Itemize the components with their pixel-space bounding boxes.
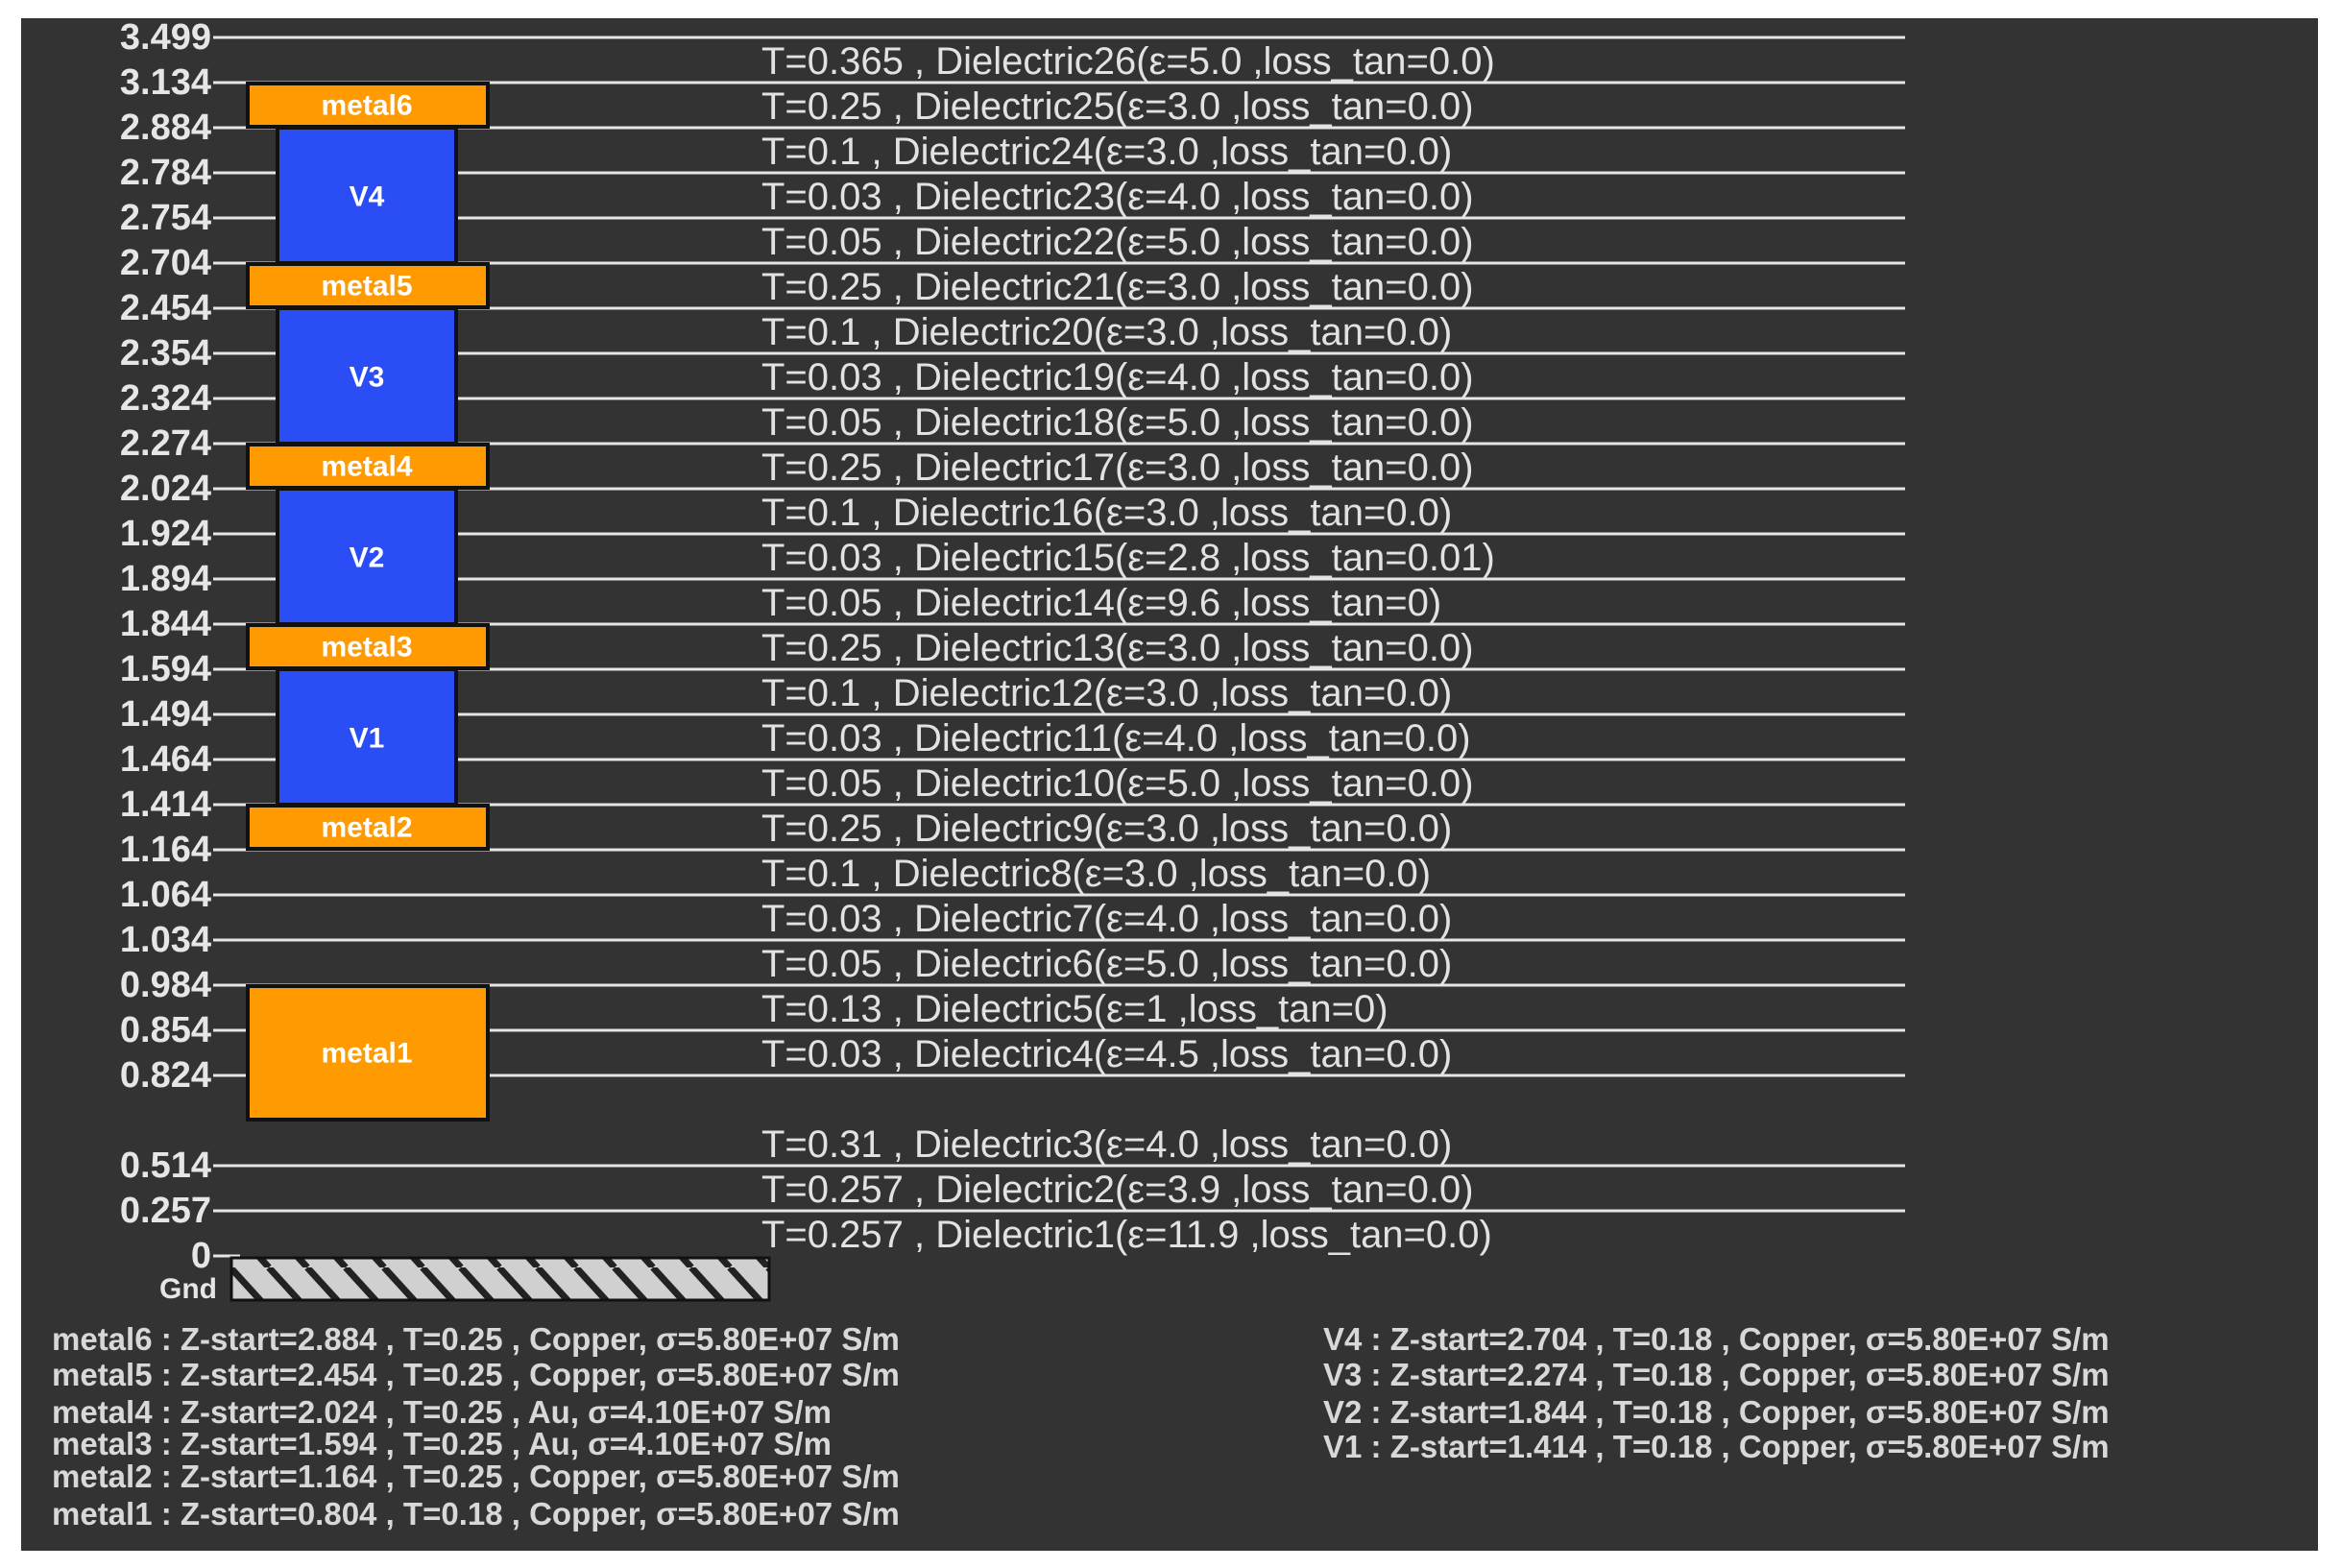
dielectric-label: T=0.1 , Dielectric16(ε=3.0 ,loss_tan=0.0… [761, 492, 1452, 534]
axis-tick-label: 1.414 [120, 784, 211, 825]
dielectric-label: T=0.365 , Dielectric26(ε=5.0 ,loss_tan=0… [761, 40, 1495, 83]
legend-via-entry: V4 : Z-start=2.704 , T=0.18 , Copper, σ=… [1323, 1321, 2110, 1357]
legend-metal-entry: metal4 : Z-start=2.024 , T=0.25 , Au, σ=… [52, 1394, 832, 1430]
axis-tick-label: 0.514 [120, 1146, 211, 1186]
legend-metal-entry: metal2 : Z-start=1.164 , T=0.25 , Copper… [52, 1459, 900, 1494]
legend-via-entry: V3 : Z-start=2.274 , T=0.18 , Copper, σ=… [1323, 1357, 2110, 1392]
ground-plane: Gnd [159, 1256, 771, 1305]
metal-label: metal5 [321, 271, 412, 302]
stackup-diagram: 3.4993.134 2.884 2.784 2.754 2.704 2.454 2.354… [21, 17, 2318, 1551]
via-label: V4 [350, 181, 385, 213]
dielectric-label: T=0.25 , Dielectric9(ε=3.0 ,loss_tan=0.0… [761, 808, 1452, 850]
axis-tick-label: 0.984 [120, 965, 211, 1005]
dielectric-label: T=0.05 , Dielectric18(ε=5.0 ,loss_tan=0.… [761, 401, 1474, 444]
axis-tick-label: 0.824 [120, 1055, 211, 1096]
axis-tick-label: 1.034 [120, 920, 211, 960]
dielectric-label: T=0.03 , Dielectric15(ε=2.8 ,loss_tan=0.… [761, 537, 1495, 579]
metal-metal2[interactable]: metal2 [246, 804, 490, 851]
dielectric-label: T=0.03 , Dielectric11(ε=4.0 ,loss_tan=0.… [761, 717, 1471, 760]
dielectric-label: T=0.1 , Dielectric8(ε=3.0 ,loss_tan=0.0) [761, 853, 1431, 895]
via-label: V3 [350, 362, 385, 394]
dielectric-label: T=0.05 , Dielectric22(ε=5.0 ,loss_tan=0.… [761, 221, 1474, 263]
legend-metal-entry: metal1 : Z-start=0.804 , T=0.18 , Copper… [52, 1496, 900, 1532]
metal-label: metal2 [321, 812, 412, 844]
metal-metal6[interactable]: metal6 [246, 82, 490, 129]
dielectric-label: T=0.25 , Dielectric13(ε=3.0 ,loss_tan=0.… [761, 627, 1474, 669]
axis-tick-label: 2.884 [120, 108, 211, 148]
axis-tick-label: 2.324 [120, 378, 211, 419]
dielectric-label: T=0.03 , Dielectric23(ε=4.0 ,loss_tan=0.… [761, 176, 1474, 218]
dielectric-labels: T=0.365 , Dielectric26(ε=5.0 ,loss_tan=0… [761, 40, 1495, 1256]
dielectric-label: T=0.257 , Dielectric1(ε=11.9 ,loss_tan=0… [761, 1214, 1492, 1256]
legend-metal-entry: metal6 : Z-start=2.884 , T=0.25 , Copper… [52, 1321, 900, 1357]
via-label: V2 [350, 543, 385, 574]
dielectric-label: T=0.25 , Dielectric25(ε=3.0 ,loss_tan=0.… [761, 85, 1474, 128]
via-label: V1 [350, 723, 385, 755]
axis-tick-label: 2.354 [120, 333, 211, 374]
via-v3[interactable]: V3 [276, 306, 458, 446]
axis-tick-label: 2.024 [120, 469, 211, 509]
ground-hatch [229, 1256, 771, 1302]
dielectric-label: T=0.25 , Dielectric17(ε=3.0 ,loss_tan=0.… [761, 446, 1474, 489]
via-v1[interactable]: V1 [276, 667, 458, 807]
axis-tick-label: 2.784 [120, 153, 211, 193]
ground-label: Gnd [159, 1273, 217, 1305]
dielectric-label: T=0.1 , Dielectric12(ε=3.0 ,loss_tan=0.0… [761, 672, 1452, 714]
axis-tick-label: 3.499 [120, 17, 211, 58]
legend-metal-entry: metal3 : Z-start=1.594 , T=0.25 , Au, σ=… [52, 1426, 832, 1461]
dielectric-label: T=0.05 , Dielectric6(ε=5.0 ,loss_tan=0.0… [761, 943, 1452, 985]
axis-tick-label: 1.464 [120, 739, 211, 780]
axis-tick-label: 0.257 [120, 1191, 211, 1231]
dielectric-label: T=0.31 , Dielectric3(ε=4.0 ,loss_tan=0.0… [761, 1123, 1452, 1166]
axis-tick-label: 2.454 [120, 288, 211, 328]
axis-tick-label: 1.164 [120, 830, 211, 870]
dielectric-label: T=0.257 , Dielectric2(ε=3.9 ,loss_tan=0.… [761, 1169, 1474, 1211]
via-v2[interactable]: V2 [276, 487, 458, 626]
metal-label: metal3 [321, 632, 412, 663]
metal-label: metal1 [321, 1038, 412, 1070]
legend-via-entry: V1 : Z-start=1.414 , T=0.18 , Copper, σ=… [1323, 1429, 2110, 1464]
axis-tick-label: 1.594 [120, 649, 211, 689]
axis-tick-label: 2.754 [120, 198, 211, 238]
dielectric-label: T=0.03 , Dielectric4(ε=4.5 ,loss_tan=0.0… [761, 1033, 1452, 1075]
axis-tick-label: 0 [191, 1236, 211, 1276]
metal-metal3[interactable]: metal3 [246, 623, 490, 670]
dielectric-label: T=0.1 , Dielectric20(ε=3.0 ,loss_tan=0.0… [761, 311, 1452, 353]
axis-tick-label: 3.134 [120, 62, 211, 103]
metal-label: metal4 [321, 451, 412, 483]
dielectric-label: T=0.05 , Dielectric10(ε=5.0 ,loss_tan=0.… [761, 762, 1474, 805]
dielectric-label: T=0.1 , Dielectric24(ε=3.0 ,loss_tan=0.0… [761, 131, 1452, 173]
metal-metal4[interactable]: metal4 [246, 443, 490, 490]
dielectric-label: T=0.05 , Dielectric14(ε=9.6 ,loss_tan=0) [761, 582, 1441, 624]
via-v4[interactable]: V4 [276, 126, 458, 265]
metal-metal1[interactable]: metal1 [246, 984, 490, 1122]
legend-via-entry: V2 : Z-start=1.844 , T=0.18 , Copper, σ=… [1323, 1394, 2110, 1430]
axis-tick-label: 1.064 [120, 875, 211, 915]
metal-label: metal6 [321, 90, 412, 122]
axis-tick-label: 2.274 [120, 423, 211, 464]
dielectric-label: T=0.03 , Dielectric19(ε=4.0 ,loss_tan=0.… [761, 356, 1474, 398]
axis-tick-label: 1.924 [120, 514, 211, 554]
metal-metal5[interactable]: metal5 [246, 262, 490, 309]
legend-metal-entry: metal5 : Z-start=2.454 , T=0.25 , Copper… [52, 1357, 900, 1392]
dielectric-label: T=0.03 , Dielectric7(ε=4.0 ,loss_tan=0.0… [761, 898, 1452, 940]
axis-tick-label: 2.704 [120, 243, 211, 283]
axis-tick-label: 1.844 [120, 604, 211, 644]
axis-tick-label: 1.494 [120, 694, 211, 735]
dielectric-label: T=0.25 , Dielectric21(ε=3.0 ,loss_tan=0.… [761, 266, 1474, 308]
dielectric-label: T=0.13 , Dielectric5(ε=1 ,loss_tan=0) [761, 988, 1388, 1030]
axis-tick-label: 1.894 [120, 559, 211, 599]
axis-tick-label: 0.854 [120, 1010, 211, 1050]
